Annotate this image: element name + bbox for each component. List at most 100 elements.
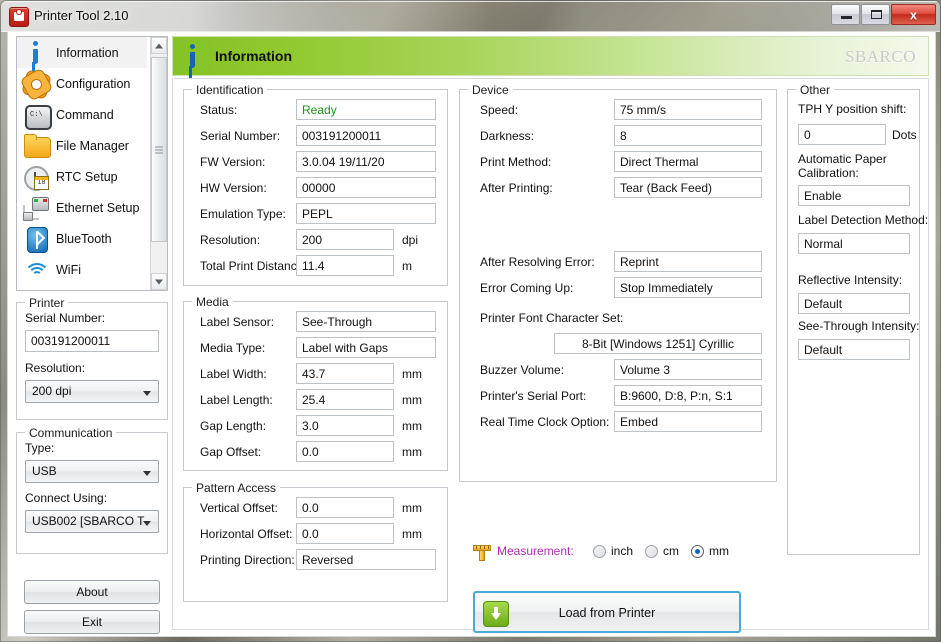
rtc-option-value[interactable]: Embed — [614, 411, 762, 432]
identification-group-label: Identification — [192, 83, 268, 97]
sidebar-item-label: Command — [56, 107, 114, 122]
horizontal-offset-value[interactable]: 0.0 — [296, 523, 394, 544]
horizontal-offset-unit: mm — [402, 527, 422, 541]
wifi-icon — [21, 255, 51, 285]
sidebar-item-configuration[interactable]: Configuration — [17, 68, 147, 100]
error-coming-up-value[interactable]: Stop Immediately — [614, 277, 762, 298]
total-print-distance-label: Total Print Distance: — [200, 259, 307, 273]
speed-value[interactable]: 75 mm/s — [614, 99, 762, 120]
sidebar-item-rtc-setup[interactable]: 18 RTC Setup — [17, 161, 147, 192]
fw-version-value[interactable]: 3.0.04 19/11/20 — [296, 151, 436, 172]
communication-group: Communication Type: USB Connect Using: U… — [16, 426, 168, 554]
sidebar-item-file-manager[interactable]: File Manager — [17, 130, 147, 161]
scrollbar-thumb[interactable] — [151, 57, 167, 242]
after-resolving-error-value[interactable]: Reprint — [614, 251, 762, 272]
serial-number-label: Serial Number: — [200, 129, 281, 143]
measurement-option-label: mm — [709, 544, 729, 558]
measurement-row: Measurement: inch cm mm — [473, 541, 743, 565]
label-width-value[interactable]: 43.7 — [296, 363, 394, 384]
radio-icon — [593, 545, 606, 558]
printer-resolution-select[interactable]: 200 dpi — [25, 380, 159, 403]
print-method-label: Print Method: — [480, 155, 552, 169]
information-panel: Identification Status: Ready Serial Numb… — [172, 78, 929, 633]
other-group: Other TPH Y position shift: 0 Dots Autom… — [787, 83, 928, 555]
sidebar-item-label: Ethernet Setup — [56, 200, 140, 215]
connect-using-select[interactable]: USB002 [SBARCO T· — [25, 510, 159, 533]
label-width-unit: mm — [402, 367, 422, 381]
emulation-type-value[interactable]: PEPL — [296, 203, 436, 224]
sidebar-item-ethernet-setup[interactable]: Ethernet Setup — [17, 192, 147, 223]
gap-length-unit: mm — [402, 419, 422, 433]
radio-icon-selected — [691, 545, 704, 558]
tph-shift-value[interactable]: 0 — [798, 124, 886, 145]
measurement-option-label: inch — [611, 544, 634, 558]
ethernet-icon — [21, 193, 51, 223]
minimize-button[interactable] — [831, 4, 860, 25]
darkness-label: Darkness: — [480, 129, 535, 143]
sidebar-item-command[interactable]: Command — [17, 99, 147, 130]
resolution-value[interactable]: 200 — [296, 229, 394, 250]
sidebar-item-label: Configuration — [56, 76, 131, 91]
label-length-value[interactable]: 25.4 — [296, 389, 394, 410]
gap-length-label: Gap Length: — [200, 419, 267, 433]
after-printing-value[interactable]: Tear (Back Feed) — [614, 177, 762, 198]
label-detection-value[interactable]: Normal — [798, 233, 910, 254]
reflective-intensity-value[interactable]: Default — [798, 293, 910, 314]
charset-value[interactable]: 8-Bit [Windows 1251] Cyrillic — [554, 333, 762, 354]
close-button[interactable]: x — [891, 4, 936, 25]
error-coming-up-label: Error Coming Up: — [480, 281, 574, 295]
printer-group: Printer Serial Number: 003191200011 Reso… — [16, 296, 168, 420]
status-value[interactable]: Ready — [296, 99, 436, 120]
sidebar-item-label: Information — [56, 45, 119, 60]
scroll-up-button[interactable] — [151, 37, 167, 54]
info-icon — [21, 38, 51, 68]
vertical-offset-value[interactable]: 0.0 — [296, 497, 394, 518]
buzzer-volume-value[interactable]: Volume 3 — [614, 359, 762, 380]
sidebar-item-bluetooth[interactable]: BlueTooth — [17, 223, 147, 254]
maximize-button[interactable] — [861, 4, 890, 25]
pattern-access-group: Pattern Access Vertical Offset: 0.0 mm H… — [183, 481, 448, 602]
label-detection-label: Label Detection Method: — [798, 213, 929, 227]
serial-number-value[interactable]: 003191200011 — [296, 125, 436, 146]
scroll-down-button[interactable] — [151, 273, 167, 290]
identification-group: Identification Status: Ready Serial Numb… — [183, 83, 448, 286]
navigation-list: Information Configuration Command — [16, 36, 168, 291]
speed-label: Speed: — [480, 103, 519, 117]
printing-direction-value[interactable]: Reversed — [296, 549, 436, 570]
connect-using-label: Connect Using: — [25, 491, 108, 505]
paper-calibration-value[interactable]: Enable — [798, 185, 910, 206]
printer-serial-value[interactable]: 003191200011 — [25, 330, 159, 352]
paper-calibration-label: Automatic Paper Calibration: — [798, 152, 887, 180]
gap-length-value[interactable]: 3.0 — [296, 415, 394, 436]
chevron-up-icon — [155, 43, 163, 48]
darkness-value[interactable]: 8 — [614, 125, 762, 146]
label-length-unit: mm — [402, 393, 422, 407]
load-from-printer-button[interactable]: Load from Printer — [473, 591, 741, 633]
printer-serial-label: Serial Number: — [25, 311, 106, 325]
gap-offset-value[interactable]: 0.0 — [296, 441, 394, 462]
total-print-distance-value[interactable]: 11.4 — [296, 255, 394, 276]
exit-button[interactable]: Exit — [24, 610, 160, 634]
console-icon — [21, 100, 52, 130]
serial-port-value[interactable]: B:9600, D:8, P:n, S:1 — [614, 385, 762, 406]
sidebar-item-label: WiFi — [56, 262, 81, 277]
sidebar-item-label: BlueTooth — [56, 231, 112, 246]
maximize-icon — [871, 10, 882, 19]
sidebar-item-label: RTC Setup — [56, 169, 118, 184]
charset-label: Printer Font Character Set: — [480, 311, 624, 325]
seethrough-intensity-value[interactable]: Default — [798, 339, 910, 360]
gear-icon — [20, 68, 53, 100]
hw-version-value[interactable]: 00000 — [296, 177, 436, 198]
about-button[interactable]: About — [24, 580, 160, 604]
communication-type-select[interactable]: USB — [25, 460, 159, 483]
serial-port-label: Printer's Serial Port: — [480, 389, 587, 403]
print-method-value[interactable]: Direct Thermal — [614, 151, 762, 172]
folder-icon — [21, 131, 51, 161]
sidebar-item-information[interactable]: Information — [17, 37, 147, 68]
communication-type-value: USB — [32, 464, 57, 478]
label-sensor-value[interactable]: See-Through — [296, 311, 436, 332]
sidebar-item-wifi[interactable]: WiFi — [17, 254, 147, 285]
media-type-value[interactable]: Label with Gaps — [296, 337, 436, 358]
sidebar-scrollbar[interactable] — [150, 37, 167, 290]
radio-icon — [645, 545, 658, 558]
